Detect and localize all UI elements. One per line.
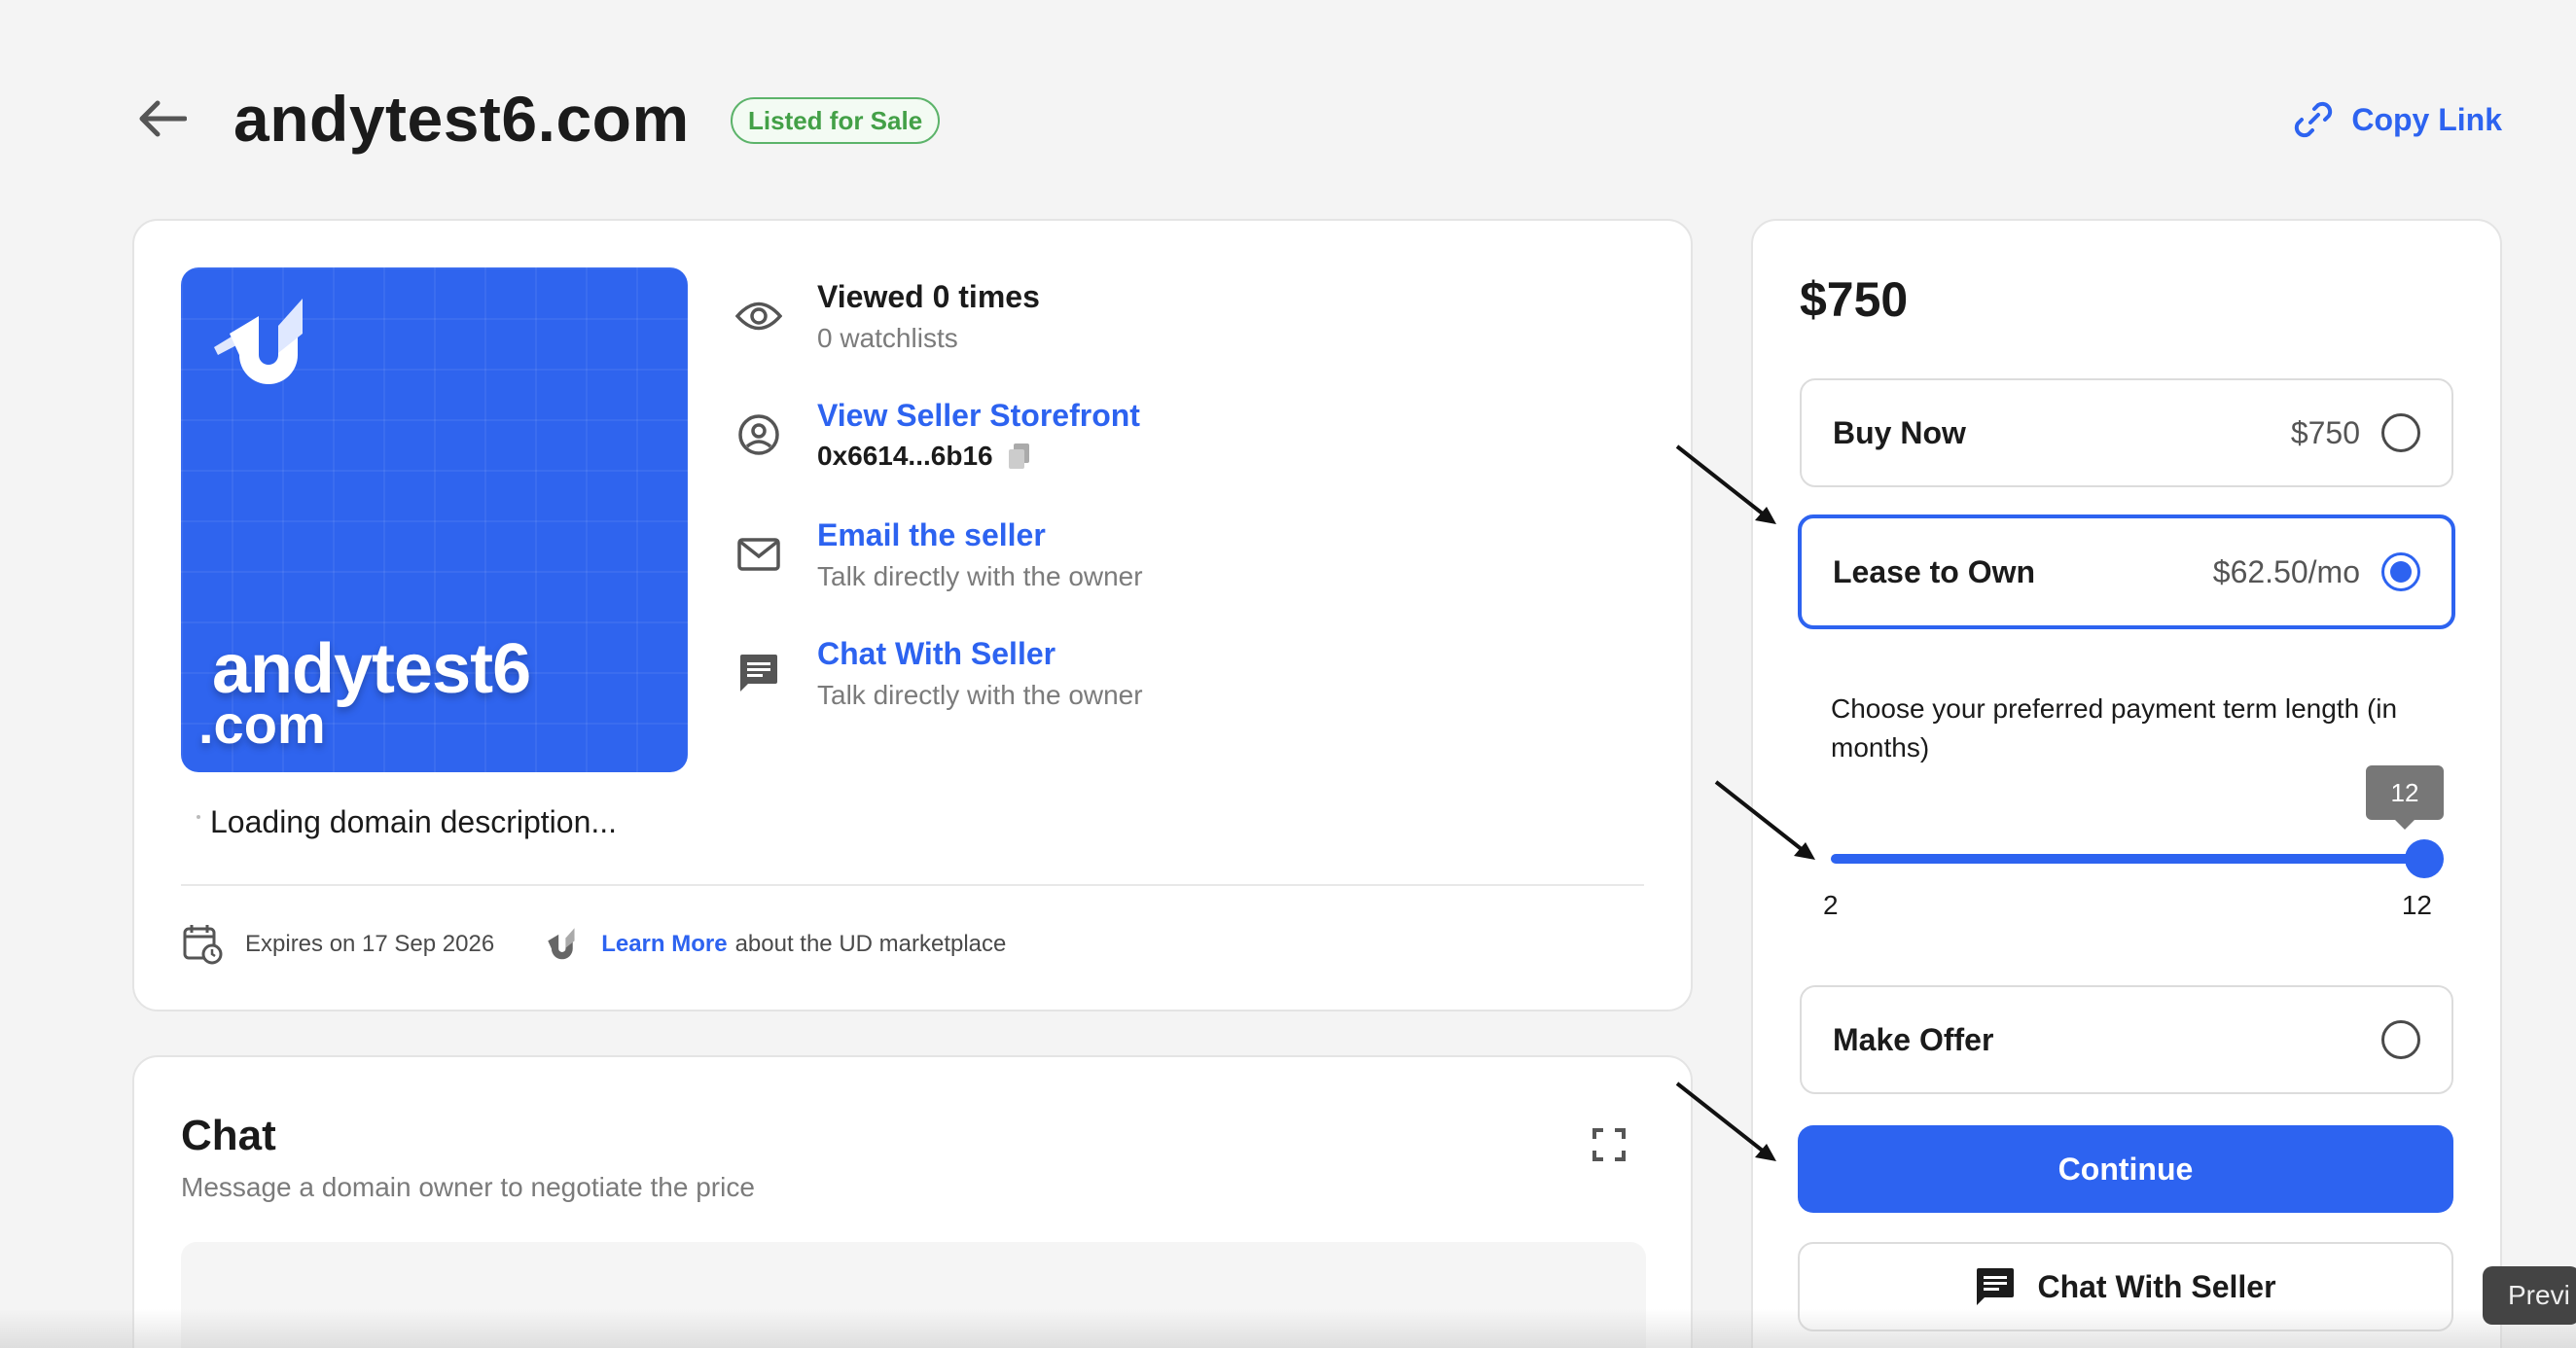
option-label: Buy Now bbox=[1833, 414, 1966, 450]
option-label: Make Offer bbox=[1833, 1021, 1994, 1057]
slider-max-label: 12 bbox=[2401, 890, 2432, 920]
back-button[interactable] bbox=[132, 89, 191, 148]
views-count: Viewed 0 times bbox=[817, 279, 1040, 314]
chat-subtitle: Message a domain owner to negotiate the … bbox=[181, 1172, 755, 1202]
preview-tooltip: Previ bbox=[2483, 1266, 2576, 1325]
learn-more-link[interactable]: Learn More bbox=[601, 931, 727, 958]
slider-value-tooltip: 12 bbox=[2366, 765, 2444, 830]
chat-with-seller-label: Chat With Seller bbox=[2037, 1268, 2276, 1304]
option-price: $750 bbox=[2290, 414, 2360, 450]
buy-now-option[interactable]: Buy Now $750 bbox=[1800, 378, 2453, 487]
status-badge: Listed for Sale bbox=[731, 97, 941, 144]
domain-image: andytest6 .com bbox=[181, 267, 688, 772]
radio-button[interactable] bbox=[2381, 413, 2420, 452]
annotation-arrow-icon bbox=[1675, 1082, 1776, 1161]
expiry-date: Expires on 17 Sep 2026 bbox=[245, 931, 495, 957]
radio-dot bbox=[2390, 561, 2412, 583]
listing-price: $750 bbox=[1800, 272, 1909, 327]
annotation-arrow-icon bbox=[1714, 780, 1815, 860]
chat-bubble-icon bbox=[1977, 1268, 2015, 1305]
copy-link-label: Copy Link bbox=[2351, 101, 2502, 137]
option-price: $62.50/mo bbox=[2212, 553, 2360, 589]
seller-address: 0x6614...6b16 bbox=[817, 437, 1140, 476]
divider bbox=[181, 884, 1644, 886]
domain-listing-page: andytest6.com Listed for Sale Copy Link … bbox=[0, 0, 2576, 1348]
page-title: andytest6.com bbox=[233, 83, 690, 155]
loading-spinner bbox=[197, 814, 200, 819]
user-circle-icon bbox=[732, 408, 786, 462]
radio-button[interactable] bbox=[2381, 1020, 2420, 1059]
ud-small-logo-icon bbox=[548, 928, 575, 960]
ud-logo-icon bbox=[214, 299, 303, 384]
term-slider[interactable]: 12 2 12 bbox=[1823, 765, 2444, 921]
email-seller-subtitle: Talk directly with the owner bbox=[817, 561, 1143, 591]
learn-more-suffix: about the UD marketplace bbox=[734, 931, 1007, 957]
chat-card: Chat Message a domain owner to negotiate… bbox=[132, 1055, 1693, 1348]
chat-row: Chat With Seller Talk directly with the … bbox=[732, 632, 1143, 716]
seller-row: View Seller Storefront 0x6614...6b16 bbox=[732, 394, 1140, 476]
description-text: Loading domain description... bbox=[210, 804, 618, 839]
domain-description: Loading domain description... bbox=[197, 804, 617, 840]
radio-button-selected[interactable] bbox=[2381, 552, 2420, 591]
link-icon bbox=[2295, 101, 2333, 138]
arrow-left-icon bbox=[139, 100, 187, 137]
calendar-clock-icon bbox=[183, 925, 223, 965]
domain-info-card: andytest6 .com Viewed 0 times 0 watchlis… bbox=[132, 219, 1693, 1011]
mail-icon bbox=[732, 527, 786, 582]
copy-icon[interactable] bbox=[1007, 442, 1032, 471]
continue-button[interactable]: Continue bbox=[1798, 1125, 2453, 1213]
email-seller-link[interactable]: Email the seller bbox=[817, 514, 1143, 556]
views-row: Viewed 0 times 0 watchlists bbox=[732, 275, 1040, 359]
watchlists-count: 0 watchlists bbox=[817, 323, 958, 353]
seller-address-text: 0x6614...6b16 bbox=[817, 441, 993, 471]
chat-seller-subtitle: Talk directly with the owner bbox=[817, 680, 1143, 710]
chat-seller-link[interactable]: Chat With Seller bbox=[817, 632, 1143, 675]
slider-min-label: 2 bbox=[1823, 890, 1839, 920]
chat-bubble-icon bbox=[732, 646, 786, 700]
purchase-card: $750 Buy Now $750 Lease to Own $62.50/mo… bbox=[1751, 219, 2502, 1348]
chat-title: Chat bbox=[181, 1112, 276, 1159]
email-row: Email the seller Talk directly with the … bbox=[732, 514, 1143, 597]
eye-icon bbox=[732, 289, 786, 343]
bottom-fade bbox=[0, 1309, 2576, 1348]
seller-storefront-link[interactable]: View Seller Storefront bbox=[817, 394, 1140, 437]
slider-fill bbox=[1831, 854, 2424, 864]
lease-to-own-option[interactable]: Lease to Own $62.50/mo bbox=[1798, 514, 2455, 629]
copy-link-button[interactable]: Copy Link bbox=[2293, 95, 2502, 144]
make-offer-option[interactable]: Make Offer bbox=[1800, 985, 2453, 1094]
art-domain-tld: .com bbox=[198, 693, 326, 755]
term-length-label: Choose your preferred payment term lengt… bbox=[1831, 693, 2398, 763]
slider-thumb[interactable] bbox=[2405, 839, 2444, 878]
option-label: Lease to Own bbox=[1833, 553, 2036, 589]
info-footer: Expires on 17 Sep 2026 Learn More about … bbox=[181, 917, 1006, 972]
annotation-arrow-icon bbox=[1675, 444, 1776, 524]
expand-icon[interactable] bbox=[1592, 1127, 1627, 1162]
